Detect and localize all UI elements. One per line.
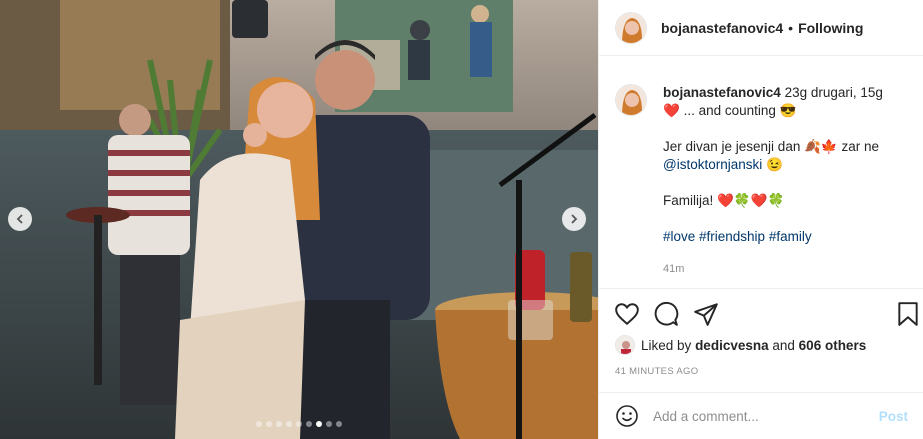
- following-button[interactable]: Following: [798, 20, 863, 36]
- comment-input[interactable]: [653, 408, 873, 424]
- carousel-dot: [326, 421, 332, 427]
- carousel-dot: [286, 421, 292, 427]
- caption-line-3: Familija!: [663, 193, 714, 208]
- photo-scene: [0, 0, 598, 439]
- post-timestamp[interactable]: 41 MINUTES AGO: [615, 366, 698, 377]
- carousel-dot: [306, 421, 312, 427]
- caption: bojanastefanovic4 23g drugari, 15g ❤️ ..…: [615, 84, 915, 278]
- carousel-dot: [296, 421, 302, 427]
- carousel-dot: [266, 421, 272, 427]
- smiley-icon[interactable]: [615, 404, 639, 428]
- post-photo[interactable]: [0, 0, 598, 439]
- likes-prefix: Liked by: [641, 337, 692, 353]
- carousel-dot: [336, 421, 342, 427]
- likes-summary: Liked by dedicvesna and 606 others: [615, 335, 866, 355]
- likes-others-link[interactable]: 606 others: [799, 338, 867, 353]
- carousel-prev-button[interactable]: [8, 207, 32, 231]
- carousel-dot: [276, 421, 282, 427]
- chevron-right-icon: [571, 214, 578, 224]
- leaf-emoji-icon: 🍂🍁: [804, 139, 838, 154]
- carousel-indicator: [0, 421, 598, 427]
- heart-icon[interactable]: [614, 301, 640, 327]
- sunglasses-emoji-icon: 😎: [779, 103, 797, 118]
- post-details-panel: bojanastefanovic4 • Following bojanastef…: [598, 0, 923, 439]
- likes-and: and: [772, 337, 795, 353]
- likes-user-link[interactable]: dedicvesna: [695, 338, 769, 353]
- caption-username[interactable]: bojanastefanovic4: [663, 85, 781, 100]
- avatar[interactable]: [615, 11, 647, 44]
- mention-link[interactable]: @istoktornjanski: [663, 157, 762, 172]
- heart-emoji-icon: ❤️: [663, 103, 680, 118]
- header-username[interactable]: bojanastefanovic4: [661, 20, 783, 36]
- carousel-dot: [316, 421, 322, 427]
- caption-avatar[interactable]: [615, 84, 647, 116]
- comment-icon[interactable]: [653, 301, 679, 327]
- separator-dot: •: [788, 19, 794, 36]
- liker-avatar[interactable]: [615, 335, 635, 355]
- caption-timestamp[interactable]: 41m: [663, 260, 915, 278]
- chevron-left-icon: [16, 214, 23, 224]
- caption-line-1: 23g drugari, 15g: [784, 85, 883, 100]
- hashtags-link[interactable]: #love #friendship #family: [663, 229, 812, 244]
- caption-line-1-cont: ... and counting: [683, 103, 776, 118]
- carousel-dot: [256, 421, 262, 427]
- comment-bar: Post: [599, 392, 923, 439]
- caption-text: bojanastefanovic4 23g drugari, 15g ❤️ ..…: [663, 84, 915, 278]
- caption-line-2-tail: zar ne: [841, 139, 880, 154]
- carousel-next-button[interactable]: [562, 207, 586, 231]
- post-comment-button[interactable]: Post: [879, 409, 908, 424]
- paper-plane-icon[interactable]: [693, 301, 719, 327]
- wink-emoji-icon: 😉: [766, 157, 783, 172]
- action-bar: [599, 288, 923, 338]
- bookmark-icon[interactable]: [895, 301, 921, 327]
- post-header: bojanastefanovic4 • Following: [599, 0, 923, 56]
- heart-clover-emoji-icon: ❤️🍀❤️🍀: [717, 193, 785, 208]
- caption-line-2: Jer divan je jesenji dan: [663, 139, 801, 154]
